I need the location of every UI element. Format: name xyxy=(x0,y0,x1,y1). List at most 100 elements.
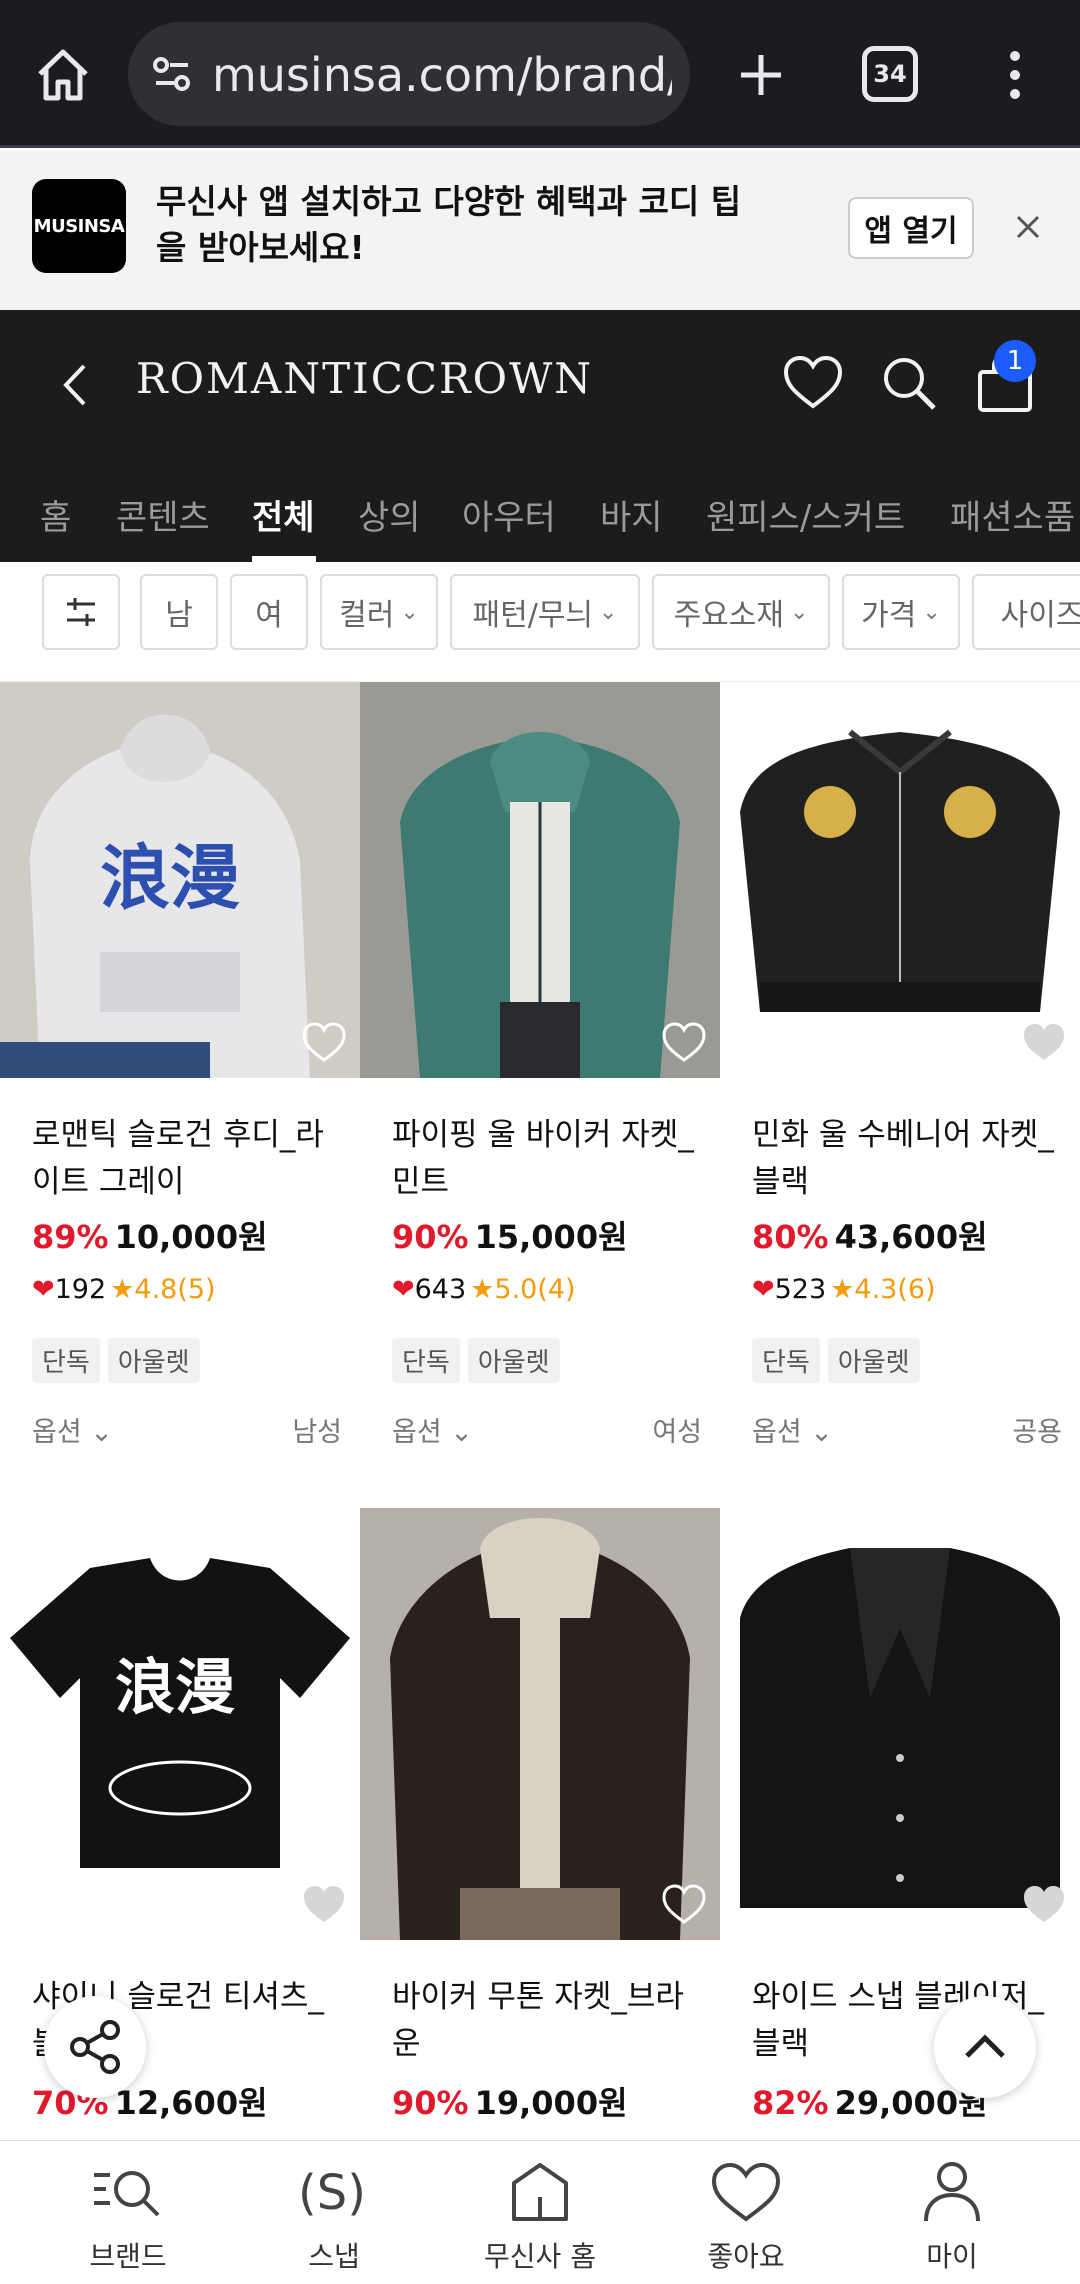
brand-like-icon[interactable] xyxy=(780,350,846,416)
snap-icon: (S) xyxy=(294,2157,374,2227)
option-dropdown[interactable]: 옵션 ⌄ xyxy=(392,1417,473,1448)
nav-snap[interactable]: (S) 스냅 xyxy=(226,2141,442,2284)
product-image[interactable]: 浪漫 xyxy=(0,1508,360,1940)
product-like-icon[interactable] xyxy=(300,1880,348,1928)
price: 10,000원 xyxy=(114,1218,268,1256)
nav-my[interactable]: 마이 xyxy=(844,2141,1060,2284)
app-install-banner: MUSINSA 무신사 앱 설치하고 다양한 혜택과 코디 팁을 받아보세요! … xyxy=(0,151,1080,310)
product-like-icon[interactable] xyxy=(660,1018,708,1066)
svg-text:(S): (S) xyxy=(298,2165,366,2221)
star-icon: ★ xyxy=(830,1274,855,1305)
price-row: 90% 19,000원 xyxy=(392,2078,628,2124)
nav-musinsa-home[interactable]: 무신사 홈 xyxy=(432,2141,648,2284)
option-label: 옵션 xyxy=(392,1417,442,1448)
new-tab-icon[interactable] xyxy=(726,40,796,110)
site-settings-icon[interactable] xyxy=(150,52,194,96)
page: musinsa.com/brand/r 34 MUSINSA 무신사 앱 설치하… xyxy=(0,0,1080,2284)
person-icon xyxy=(912,2157,992,2227)
tag-exclusive: 단독 xyxy=(392,1338,460,1383)
tab-dress-skirt[interactable]: 원피스/스커트 xyxy=(706,490,905,539)
product-like-icon[interactable] xyxy=(300,1018,348,1066)
brand-header: ROMANTICCROWN 1 홈 콘텐츠 전체 상의 아우터 바지 원피스/스… xyxy=(0,310,1080,562)
price: 43,600원 xyxy=(834,1218,988,1256)
rating-value: 4.3(6) xyxy=(854,1274,936,1305)
bottom-nav: 브랜드 (S) 스냅 무신사 홈 좋아요 마이 xyxy=(0,2140,1080,2284)
like-count: 643 xyxy=(414,1274,467,1305)
browser-home-icon[interactable] xyxy=(28,40,98,110)
like-count: 192 xyxy=(54,1274,107,1305)
sliders-icon xyxy=(67,598,95,626)
tag-exclusive: 단독 xyxy=(752,1338,820,1383)
rating-row: ❤523 ★4.3(6) xyxy=(752,1274,936,1305)
product-name[interactable]: 파이핑 울 바이커 자켓_민트 xyxy=(392,1112,702,1206)
price-row: 89% 10,000원 xyxy=(32,1212,268,1258)
filter-men[interactable]: 남 xyxy=(140,574,218,650)
product-image[interactable] xyxy=(720,1508,1080,1940)
open-app-button[interactable]: 앱 열기 xyxy=(848,197,974,259)
home-icon xyxy=(500,2157,580,2227)
banner-text: 무신사 앱 설치하고 다양한 혜택과 코디 팁을 받아보세요! xyxy=(156,182,742,267)
tab-home[interactable]: 홈 xyxy=(40,490,71,539)
filter-settings-button[interactable] xyxy=(42,574,120,650)
close-icon[interactable] xyxy=(1008,207,1048,247)
tab-accessories[interactable]: 패션소품 xyxy=(950,490,1075,539)
nav-likes[interactable]: 좋아요 xyxy=(638,2141,854,2284)
nav-label: 마이 xyxy=(926,2240,978,2273)
option-dropdown[interactable]: 옵션 ⌄ xyxy=(32,1417,113,1448)
brand-logo[interactable]: ROMANTICCROWN xyxy=(136,354,593,403)
product-image[interactable] xyxy=(360,1508,720,1940)
product-name[interactable]: 민화 울 수베니어 자켓_블랙 xyxy=(752,1112,1062,1206)
product-name[interactable]: 바이커 무톤 자켓_브라운 xyxy=(392,1974,702,2068)
chevron-down-icon: ⌄ xyxy=(789,599,809,625)
tab-contents[interactable]: 콘텐츠 xyxy=(116,490,210,539)
chevron-down-icon: ⌄ xyxy=(599,599,618,625)
chevron-down-icon: ⌄ xyxy=(400,599,419,625)
address-bar[interactable]: musinsa.com/brand/r xyxy=(128,22,690,126)
tab-outer[interactable]: 아우터 xyxy=(462,490,556,539)
tag-list: 단독 아울렛 xyxy=(392,1338,568,1383)
option-row: 옵션 ⌄ 공용 xyxy=(752,1410,1062,1449)
filter-color-label: 컬러 xyxy=(339,598,395,633)
product-card[interactable]: 파이핑 울 바이커 자켓_민트 90% 15,000원 ❤643 ★5.0(4) 단… xyxy=(360,682,720,1482)
product-like-icon[interactable] xyxy=(1020,1018,1068,1066)
filter-pattern[interactable]: 패턴/무늬 ⌄ xyxy=(450,574,640,650)
option-dropdown[interactable]: 옵션 ⌄ xyxy=(752,1417,833,1448)
chevron-down-icon: ⌄ xyxy=(922,599,941,625)
tab-pants[interactable]: 바지 xyxy=(600,490,663,539)
musinsa-logo: MUSINSA xyxy=(32,179,126,273)
product-card[interactable]: 민화 울 수베니어 자켓_블랙 80% 43,600원 ❤523 ★4.3(6) 단… xyxy=(720,682,1080,1482)
product-card[interactable]: 浪漫 로맨틱 슬로건 후디_라이트 그레이 89% 10,000원 ❤192 ★4.… xyxy=(0,682,360,1482)
filter-size[interactable]: 사이즈 xyxy=(972,574,1080,650)
filter-bar: 남 여 컬러 ⌄ 패턴/무늬 ⌄ 주요소재 ⌄ 가격 ⌄ 사이즈 xyxy=(0,562,1080,682)
tag-list: 단독 아울렛 xyxy=(32,1338,208,1383)
filter-color[interactable]: 컬러 ⌄ xyxy=(320,574,438,650)
tab-switcher-button[interactable]: 34 xyxy=(862,46,918,102)
tab-tops[interactable]: 상의 xyxy=(358,490,421,539)
filter-material[interactable]: 주요소재 ⌄ xyxy=(652,574,830,650)
filter-price[interactable]: 가격 ⌄ xyxy=(842,574,960,650)
search-icon[interactable] xyxy=(876,350,942,416)
option-row: 옵션 ⌄ 여성 xyxy=(392,1410,702,1449)
product-like-icon[interactable] xyxy=(1020,1880,1068,1928)
filter-women[interactable]: 여 xyxy=(230,574,308,650)
option-row: 옵션 ⌄ 남성 xyxy=(32,1410,342,1449)
url-text[interactable]: musinsa.com/brand/r xyxy=(212,48,672,102)
filter-women-label: 여 xyxy=(255,598,283,633)
back-arrow-icon[interactable] xyxy=(50,350,100,420)
share-button[interactable] xyxy=(44,1996,146,2098)
tag-exclusive: 단독 xyxy=(32,1338,100,1383)
product-name[interactable]: 로맨틱 슬로건 후디_라이트 그레이 xyxy=(32,1112,342,1206)
nav-label: 브랜드 xyxy=(89,2240,167,2273)
product-like-icon[interactable] xyxy=(660,1880,708,1928)
filter-material-label: 주요소재 xyxy=(673,598,784,633)
product-card[interactable]: 바이커 무톤 자켓_브라운 90% 19,000원 xyxy=(360,1508,720,2140)
cart-count-badge: 1 xyxy=(994,340,1036,382)
more-menu-icon[interactable] xyxy=(990,40,1040,110)
scroll-top-button[interactable] xyxy=(934,1996,1036,2098)
filled-heart-icon: ❤ xyxy=(32,1274,55,1305)
nav-brand[interactable]: 브랜드 xyxy=(20,2141,236,2284)
price: 15,000원 xyxy=(474,1218,628,1256)
svg-text:浪漫: 浪漫 xyxy=(115,1653,235,1723)
tab-all[interactable]: 전체 xyxy=(252,490,315,539)
rating-row: ❤192 ★4.8(5) xyxy=(32,1274,216,1305)
